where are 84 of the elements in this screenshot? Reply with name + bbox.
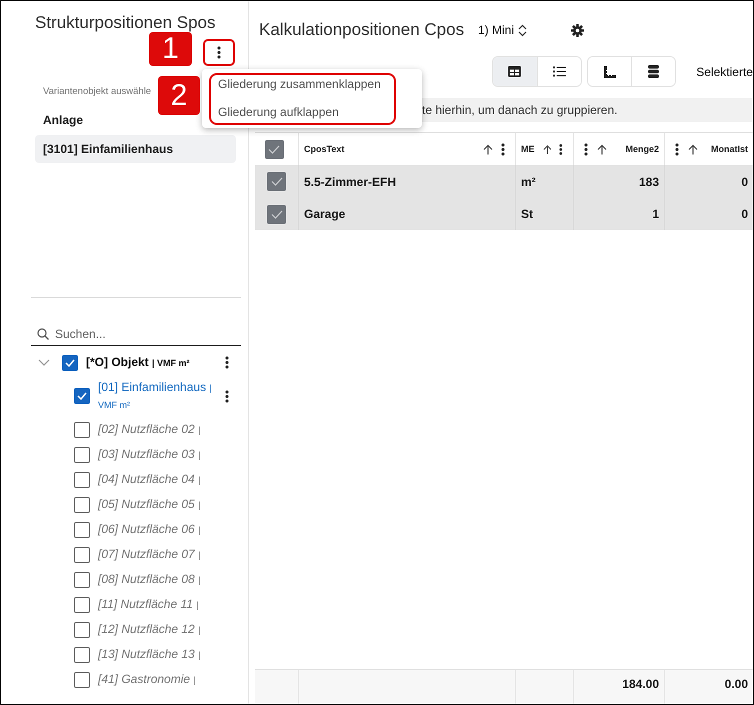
callout-badge: 1 — [149, 32, 192, 66]
more-button[interactable] — [203, 39, 235, 66]
ruler-icon — [604, 66, 616, 78]
tree-item-label[interactable]: [04] Nutzfläche 04 | — [98, 471, 200, 488]
group-hint-text: te hierhin, um danach zu gruppieren. — [422, 103, 618, 117]
checkbox[interactable] — [264, 140, 284, 158]
database-icon — [648, 65, 660, 78]
check-icon — [270, 210, 282, 218]
tree-item-label[interactable]: [03] Nutzfläche 03 | — [98, 446, 200, 463]
more-icon[interactable] — [584, 142, 588, 156]
sort-up-icon[interactable] — [688, 144, 698, 154]
table-cell: 1 — [574, 198, 665, 230]
panel-title: Strukturpositionen Spos — [35, 14, 216, 32]
checkbox[interactable] — [62, 354, 78, 370]
sort-up-icon[interactable] — [542, 144, 552, 154]
total-value: 0.00 — [724, 676, 748, 690]
more-icon[interactable] — [225, 356, 229, 369]
more-icon[interactable] — [225, 390, 229, 402]
section-label: Anlage — [43, 112, 84, 128]
column-title: MonatIst — [710, 144, 748, 154]
checkbox[interactable] — [74, 522, 90, 538]
table-cell: Garage — [299, 198, 516, 230]
table-view-button[interactable] — [493, 57, 537, 86]
more-icon[interactable] — [501, 142, 505, 156]
tree-item-label[interactable]: [07] Nutzfläche 07 | — [98, 546, 200, 563]
tree-item-label[interactable]: [12] Nutzfläche 12 | — [98, 621, 200, 638]
checkbox[interactable] — [74, 546, 90, 562]
sort-up-icon[interactable] — [483, 144, 493, 154]
total-value: 184.00 — [622, 676, 659, 690]
checkbox[interactable] — [74, 388, 90, 404]
table-row[interactable]: Garage St 1 0 — [255, 198, 753, 230]
more-icon — [217, 46, 221, 59]
table-cell: St — [516, 198, 574, 230]
checkbox[interactable] — [74, 622, 90, 638]
checkbox[interactable] — [74, 672, 90, 688]
tree-item-label[interactable]: [01] Einfamilienhaus | VMF m² — [98, 379, 220, 413]
table-cell-text: 0 — [740, 206, 749, 223]
check-icon — [270, 177, 282, 186]
column-title: ME — [521, 144, 534, 154]
tree-item-label[interactable]: [41] Gastronomie | — [98, 671, 196, 688]
menu-item[interactable]: Gliederung zusammenklappen — [202, 70, 422, 98]
callout-badge: 2 — [158, 76, 200, 115]
tree-item-label[interactable]: [08] Nutzfläche 08 | — [98, 571, 200, 588]
menu-item[interactable]: Gliederung aufklappen — [202, 98, 422, 126]
tree-item-label[interactable]: [11] Nutzfläche 11 | — [98, 596, 199, 613]
up-down-chevron-icon — [518, 24, 528, 36]
chevron-down-icon[interactable] — [38, 359, 50, 366]
list-icon — [552, 66, 566, 77]
tree-item-label[interactable]: [05] Nutzfläche 05 | — [98, 496, 200, 513]
sort-up-icon[interactable] — [597, 144, 607, 154]
tree-item-label[interactable]: [13] Nutzfläche 13 | — [98, 646, 200, 663]
checkbox[interactable] — [74, 596, 90, 612]
table-cell-text: 0 — [740, 174, 749, 190]
more-icon[interactable] — [675, 142, 679, 156]
selected-object-item[interactable]: [3101] Einfamilienhaus — [35, 135, 236, 163]
checkbox[interactable] — [74, 422, 90, 438]
checkbox[interactable] — [74, 572, 90, 588]
checkbox[interactable] — [74, 646, 90, 662]
panel-title: Kalkulationpositionen Cpos — [259, 20, 466, 40]
settings-icon[interactable] — [571, 24, 584, 36]
check-icon — [65, 358, 75, 366]
checkbox[interactable] — [267, 172, 286, 191]
checkbox[interactable] — [74, 472, 90, 488]
more-icon[interactable] — [559, 142, 563, 156]
table-row[interactable]: 5.5-Zimmer-EFH m² 183 0 — [255, 165, 753, 198]
tree-item-label[interactable]: [02] Nutzfläche 02 | — [98, 421, 200, 438]
checkbox[interactable] — [74, 446, 90, 462]
tree-item-label[interactable]: [06] Nutzfläche 06 | — [98, 521, 200, 538]
check-icon — [268, 144, 280, 154]
list-view-button[interactable] — [536, 57, 581, 86]
checkbox[interactable] — [74, 496, 90, 512]
search-field[interactable]: Suchen... — [31, 322, 241, 346]
column-title: CposText — [304, 144, 346, 154]
checkbox[interactable] — [267, 204, 286, 224]
database-button[interactable] — [631, 57, 676, 86]
column-title: Menge2 — [624, 144, 659, 154]
table-icon — [508, 66, 522, 77]
search-icon — [37, 328, 49, 340]
column-header[interactable]: MonatIst — [665, 133, 753, 165]
hint-text: Variantenobjekt auswähle — [43, 85, 152, 99]
layout-select[interactable]: 1) Mini — [478, 23, 528, 37]
selection-label: Selektierte — [696, 64, 753, 78]
tree-item-label[interactable]: [*O] Objekt | VMF m² — [86, 354, 190, 371]
check-icon — [77, 392, 87, 400]
